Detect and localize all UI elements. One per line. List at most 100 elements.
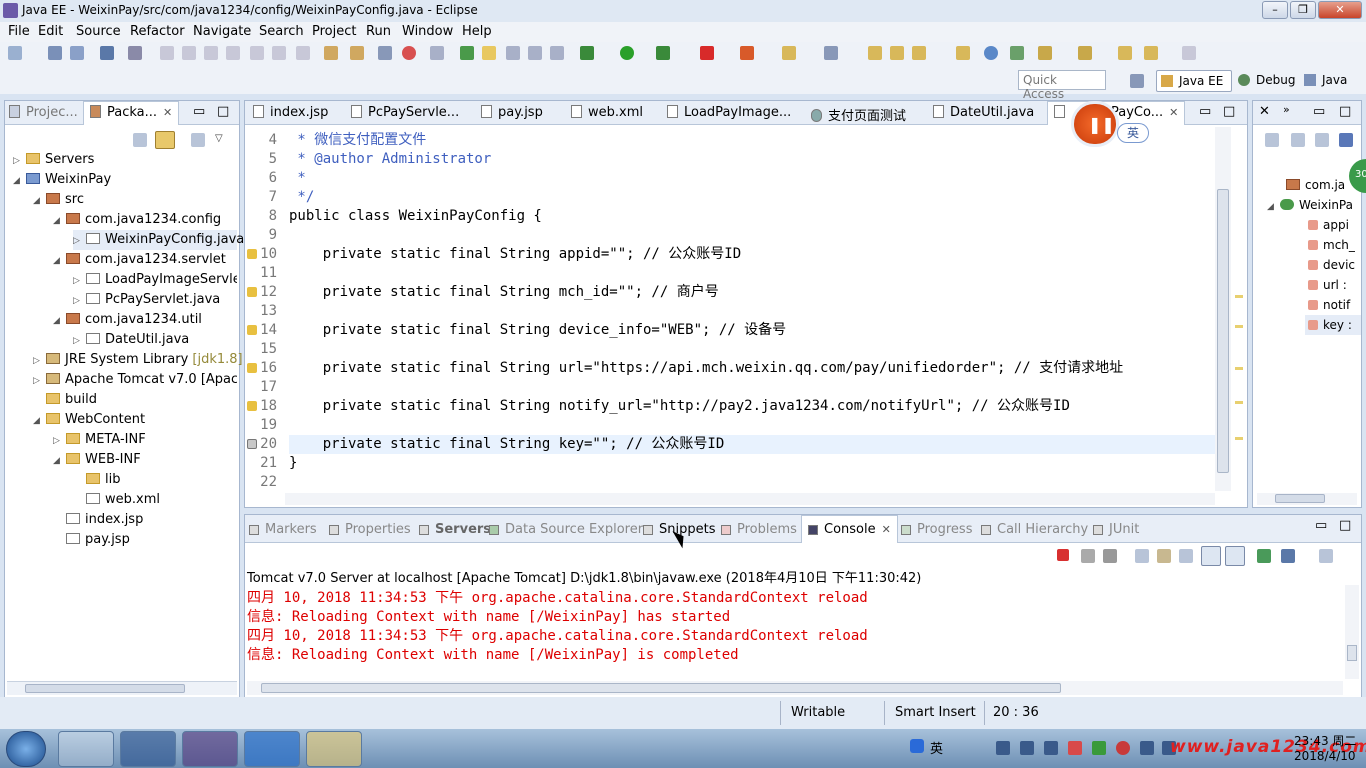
open-task-icon[interactable] [350, 46, 364, 60]
block-select-icon[interactable] [528, 46, 542, 60]
menu-navigate[interactable]: Navigate [193, 24, 251, 39]
maximize-button[interactable]: ❐ [1290, 1, 1316, 19]
new-class-icon[interactable] [824, 46, 838, 60]
console-hscrollbar[interactable] [247, 681, 1343, 695]
minimize-panel-button[interactable]: ▭ [1315, 518, 1327, 533]
open-type-icon[interactable] [324, 46, 338, 60]
taskbar-app-eclipse-icon[interactable] [182, 731, 238, 767]
run-icon[interactable] [620, 46, 634, 60]
suspend-icon[interactable] [182, 46, 196, 60]
debug-icon[interactable] [460, 46, 474, 60]
new-folder-icon[interactable] [890, 46, 904, 60]
tab-data-source-explorer[interactable]: Data Source Explorer [489, 522, 643, 537]
tab-problems[interactable]: Problems [721, 522, 797, 537]
taskbar-app-browser-icon[interactable] [120, 731, 176, 767]
open-project-icon[interactable] [956, 46, 970, 60]
tree-item-web-inf[interactable]: ◢ WEB-INF [53, 450, 141, 470]
tree-item-meta-inf[interactable]: ▷ META-INF [53, 430, 146, 450]
maximize-editor-button[interactable]: □ [1223, 104, 1235, 119]
clock-time[interactable]: 23:43 周二 [1294, 732, 1356, 749]
editor-hscrollbar[interactable] [285, 493, 1215, 505]
scroll-thumb[interactable] [261, 683, 1061, 693]
clock-date[interactable]: 2018/4/10 [1294, 749, 1356, 763]
console-output[interactable]: 四月 10, 2018 11:34:53 下午 org.apache.catal… [245, 585, 1345, 679]
tray-network-icon[interactable] [996, 741, 1010, 755]
scroll-thumb[interactable] [1275, 494, 1325, 503]
display-console-icon[interactable] [1281, 549, 1295, 563]
close-icon[interactable]: ✕ [1259, 104, 1270, 119]
perspective-java[interactable]: Java [1302, 70, 1362, 92]
perspective-debug[interactable]: Debug [1236, 70, 1300, 92]
ime-language[interactable]: 英 [930, 738, 943, 757]
word-wrap-icon[interactable] [1179, 549, 1193, 563]
scroll-lock-icon[interactable] [1157, 549, 1171, 563]
hide-static-icon[interactable] [1315, 133, 1329, 147]
outline-field-notifyurl[interactable]: notif [1305, 295, 1350, 315]
close-button[interactable]: ✕ [1318, 1, 1362, 19]
warning-icon[interactable] [247, 249, 257, 259]
outline-class[interactable]: ◢ WeixinPa [1267, 195, 1353, 215]
warning-icon[interactable] [247, 287, 257, 297]
tree-item-weixinpay[interactable]: ◢ WeixinPay [13, 170, 111, 190]
save-icon[interactable] [48, 46, 62, 60]
tab-servers[interactable]: Servers [419, 522, 491, 537]
start-button-icon[interactable] [6, 731, 46, 767]
tray-app-icon[interactable] [1068, 741, 1082, 755]
scroll-thumb[interactable] [25, 684, 185, 693]
tab-package-explorer[interactable]: Packa... ✕ [83, 101, 180, 125]
globe-icon[interactable] [984, 46, 998, 60]
tree-item-lib[interactable]: lib [73, 470, 120, 490]
tab-progress[interactable]: Progress [901, 522, 972, 537]
collapse-all-icon[interactable] [133, 133, 147, 147]
tab-call-hierarchy[interactable]: Call Hierarchy [981, 522, 1088, 537]
maximize-panel-button[interactable]: □ [1339, 518, 1351, 533]
editor-vscrollbar[interactable] [1215, 127, 1231, 491]
step-into-icon[interactable] [250, 46, 264, 60]
tree-item-servlet-package[interactable]: ◢ com.java1234.servlet [53, 250, 226, 270]
show-on-stderr-icon[interactable] [1225, 546, 1245, 566]
maximize-view-button[interactable]: □ [217, 104, 229, 119]
minimize-view-button[interactable]: ▭ [193, 104, 205, 119]
ime-icon[interactable] [910, 739, 924, 753]
open-console-icon[interactable] [1319, 549, 1333, 563]
remove-launch-icon[interactable] [1081, 549, 1095, 563]
tree-item-pay-jsp[interactable]: pay.jsp [53, 530, 130, 550]
taskbar-app-explorer-icon[interactable] [306, 731, 362, 767]
clear-console-icon[interactable] [1135, 549, 1149, 563]
terminate-icon[interactable] [204, 46, 218, 60]
run-server-icon[interactable] [402, 46, 416, 60]
tree-item-webcontent[interactable]: ◢ WebContent [33, 410, 145, 430]
tab-console[interactable]: Console ✕ [801, 515, 898, 543]
minimize-view-button[interactable]: ▭ [1313, 104, 1325, 119]
menu-source[interactable]: Source [76, 24, 121, 39]
warning-icon[interactable] [247, 401, 257, 411]
pin-icon[interactable] [1078, 46, 1092, 60]
show-whitespace-icon[interactable] [506, 46, 520, 60]
tab-project-explorer[interactable]: Projec... [9, 105, 78, 120]
explorer-hscrollbar[interactable] [7, 681, 237, 695]
tree-item-weixinpayconfig[interactable]: ▷ WeixinPayConfig.java [73, 230, 244, 250]
search-tool-icon[interactable] [912, 46, 926, 60]
console-vscrollbar[interactable] [1345, 585, 1359, 679]
tree-item-index-jsp[interactable]: index.jsp [53, 510, 143, 530]
tab-loadpayimage[interactable]: LoadPayImage... [667, 105, 791, 120]
menu-edit[interactable]: Edit [38, 24, 63, 39]
step-return-icon[interactable] [296, 46, 310, 60]
tab-junit[interactable]: JUnit [1093, 522, 1139, 537]
menu-file[interactable]: File [8, 24, 30, 39]
toggle-mark-icon[interactable] [378, 46, 392, 60]
tree-item-src[interactable]: ◢ src [33, 190, 84, 210]
stop-icon[interactable] [700, 46, 714, 60]
outline-package[interactable]: com.ja [1283, 175, 1345, 195]
forward-icon[interactable] [1144, 46, 1158, 60]
highlight-icon[interactable] [482, 46, 496, 60]
paragraph-icon[interactable] [550, 46, 564, 60]
tray-volume-icon[interactable] [1140, 741, 1154, 755]
tray-security-icon[interactable] [1092, 741, 1106, 755]
browser-icon[interactable] [430, 46, 444, 60]
warning-icon[interactable] [247, 325, 257, 335]
menu-refactor[interactable]: Refactor [130, 24, 185, 39]
save-all-icon[interactable] [70, 46, 84, 60]
minimize-editor-button[interactable]: ▭ [1199, 104, 1211, 119]
menu-window[interactable]: Window [402, 24, 453, 39]
